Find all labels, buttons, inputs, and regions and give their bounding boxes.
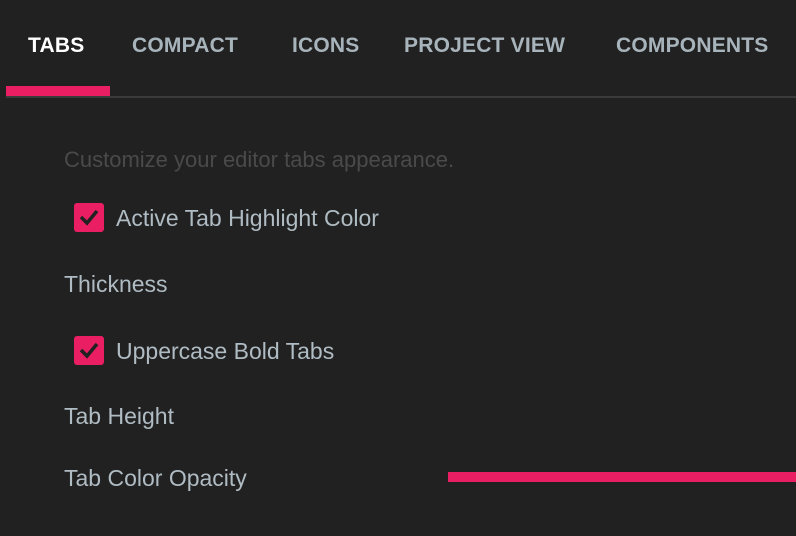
active-tab-indicator	[6, 86, 110, 96]
thickness-label: Thickness	[64, 271, 168, 297]
tab-bar: TABS COMPACT ICONS PROJECT VIEW COMPONEN…	[6, 0, 796, 98]
tab-compact[interactable]: COMPACT	[132, 34, 238, 58]
uppercase-bold-checkbox[interactable]	[74, 336, 104, 365]
active-tab-highlight-label[interactable]: Active Tab Highlight Color	[116, 205, 379, 232]
tab-components[interactable]: COMPONENTS	[616, 34, 769, 58]
tab-color-opacity-label: Tab Color Opacity	[64, 465, 247, 491]
uppercase-bold-label[interactable]: Uppercase Bold Tabs	[116, 338, 334, 365]
tab-height-label: Tab Height	[64, 403, 174, 429]
checkmark-icon	[79, 209, 99, 226]
active-tab-highlight-checkbox[interactable]	[74, 203, 104, 232]
description: Customize your editor tabs appearance.	[64, 147, 455, 172]
checkmark-icon	[79, 342, 99, 359]
tab-tabs[interactable]: TABS	[28, 34, 84, 58]
tab-icons[interactable]: ICONS	[292, 34, 360, 58]
tab-color-opacity-slider[interactable]	[448, 472, 796, 482]
tab-project-view[interactable]: PROJECT VIEW	[404, 34, 565, 58]
